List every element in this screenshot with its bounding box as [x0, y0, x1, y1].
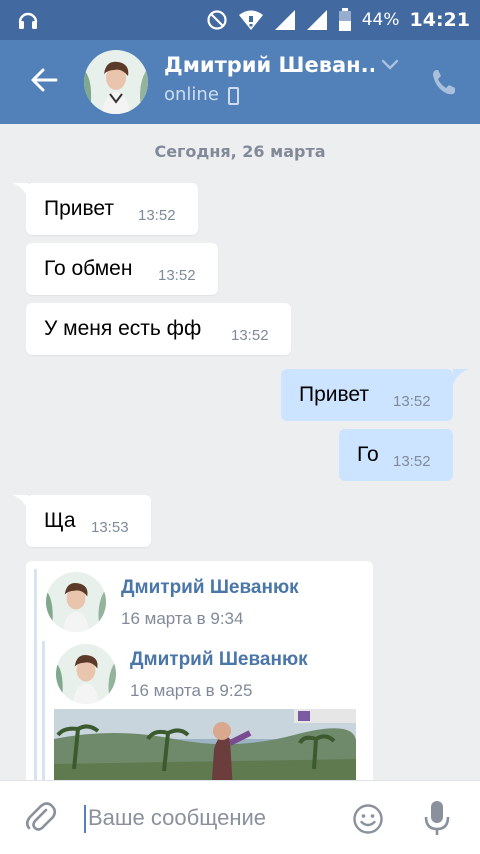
back-arrow-icon[interactable]	[26, 62, 62, 98]
message-text: Го	[357, 443, 379, 466]
message-bubble-outgoing[interactable]: Привет 13:52	[281, 369, 453, 421]
text-caret	[84, 805, 86, 833]
message-time: 13:52	[231, 327, 269, 344]
phone-call-icon[interactable]	[428, 66, 460, 98]
signal-icon	[274, 10, 295, 30]
forwarded-message-card[interactable]: Дмитрий Шеванюк 16 марта в 9:34 Дмитрий …	[26, 561, 373, 801]
emoji-icon[interactable]	[352, 803, 384, 835]
forward-author-name[interactable]: Дмитрий Шеванюк	[121, 577, 299, 599]
contact-status: online	[164, 84, 219, 105]
status-bar: 44% 14:21	[0, 0, 480, 40]
status-icons: 44% 14:21	[206, 0, 470, 40]
message-time: 13:52	[393, 453, 431, 470]
message-composer	[0, 780, 480, 854]
do-not-disturb-icon	[207, 10, 227, 30]
headset-icon	[18, 12, 38, 29]
forward-date: 16 марта в 9:25	[130, 681, 253, 700]
message-bubble-incoming[interactable]: Го обмен 13:52	[26, 243, 218, 295]
signal-icon	[306, 10, 327, 30]
attach-paperclip-icon[interactable]	[24, 801, 58, 835]
forward-quote-bar-nested	[42, 641, 45, 801]
mobile-phone-icon	[228, 87, 239, 105]
forward-date: 16 марта в 9:34	[121, 609, 244, 628]
chat-header: Дмитрий Шеван... online	[0, 40, 480, 124]
message-bubble-incoming[interactable]: Привет 13:52	[26, 183, 198, 235]
message-text: Привет	[299, 383, 370, 406]
battery-icon	[338, 8, 351, 31]
microphone-icon[interactable]	[422, 799, 452, 837]
message-text: Го обмен	[44, 257, 133, 280]
message-time: 13:52	[393, 393, 431, 410]
message-text: Ща	[44, 509, 76, 532]
message-text: У меня есть фф	[44, 317, 202, 340]
bubble-tail	[453, 369, 469, 385]
message-time: 13:52	[158, 267, 196, 284]
date-separator: Сегодня, 26 марта	[154, 142, 326, 161]
chevron-down-icon[interactable]	[380, 58, 400, 72]
wifi-icon	[238, 10, 263, 30]
message-bubble-incoming[interactable]: Ща 13:53	[26, 495, 151, 547]
clock-time: 14:21	[409, 9, 470, 31]
message-time: 13:52	[138, 207, 176, 224]
forward-author-name[interactable]: Дмитрий Шеванюк	[130, 649, 308, 671]
battery-percent: 44%	[361, 10, 400, 30]
contact-avatar[interactable]	[84, 50, 148, 114]
message-input[interactable]	[88, 799, 328, 837]
forward-author-avatar[interactable]	[46, 572, 106, 632]
message-text: Привет	[44, 197, 115, 220]
forward-author-avatar[interactable]	[56, 644, 116, 704]
message-bubble-incoming[interactable]: У меня есть фф 13:52	[26, 303, 291, 355]
message-time: 13:53	[91, 519, 129, 536]
forward-quote-bar	[34, 569, 37, 801]
message-bubble-outgoing[interactable]: Го 13:52	[339, 429, 453, 481]
contact-name[interactable]: Дмитрий Шеван...	[164, 53, 374, 77]
